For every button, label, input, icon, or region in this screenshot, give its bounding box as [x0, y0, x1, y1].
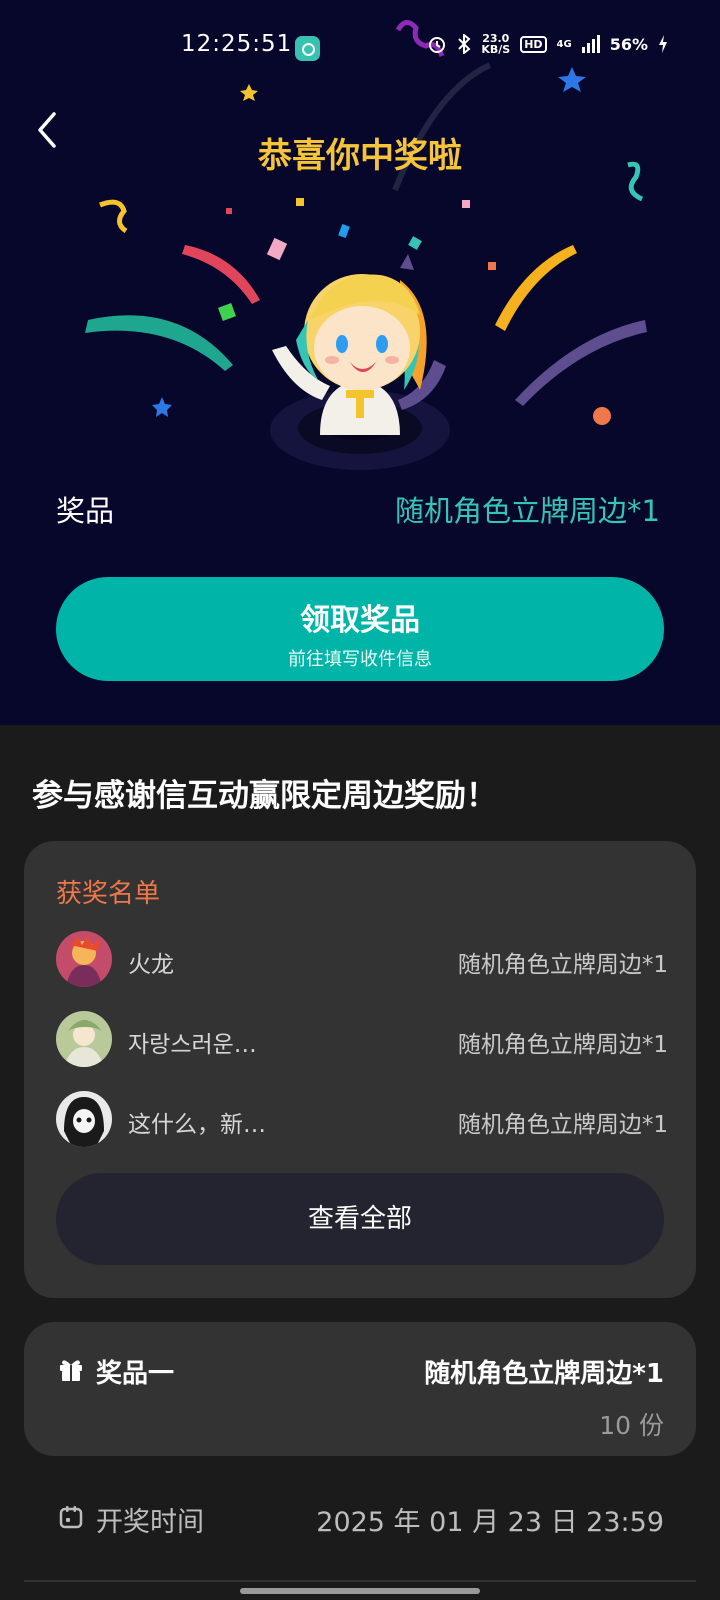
- net-speed: 23.0 KB/S: [481, 33, 510, 55]
- gift-icon: [60, 1360, 82, 1381]
- draw-time-label: 开奖时间: [96, 1507, 204, 1538]
- signal-icon: [581, 35, 600, 53]
- app-notification-icon: [295, 36, 320, 61]
- avatar: [56, 931, 112, 987]
- winner-prize: 随机角色立牌周边*1: [457, 1112, 668, 1138]
- divider: [24, 1580, 696, 1582]
- claim-button-title: 领取奖品: [300, 603, 420, 638]
- winner-row[interactable]: 火龙 随机角色立牌周边*1: [56, 929, 668, 989]
- charging-icon: [659, 35, 667, 53]
- prize-item-value: 随机角色立牌周边*1: [424, 1359, 664, 1389]
- avatar: [56, 1011, 112, 1067]
- prize-info-card: 奖品一 随机角色立牌周边*1 10 份: [24, 1322, 696, 1456]
- prize-quantity: 10 份: [599, 1411, 664, 1440]
- winner-prize: 随机角色立牌周边*1: [457, 952, 668, 978]
- network-type: 4G: [556, 38, 572, 50]
- prize-value: 随机角色立牌周边*1: [395, 494, 660, 528]
- alarm-icon: [429, 37, 446, 53]
- hero-banner: 12:25:51 23.0 KB/S HD 4G 56% 恭喜你中奖啦 奖品 随机…: [0, 0, 720, 725]
- bluetooth-icon: [458, 34, 471, 54]
- battery-percent: 56%: [609, 34, 648, 54]
- prize-label: 奖品: [56, 494, 115, 528]
- prize-item-label: 奖品一: [96, 1359, 175, 1389]
- winners-card: 获奖名单 火龙 随机角色立牌周边*1 자랑스러운… 随机角色立牌周边*1 这什么…: [24, 841, 696, 1298]
- winner-prize: 随机角色立牌周边*1: [457, 1032, 668, 1058]
- winner-row[interactable]: 这什么，新… 随机角色立牌周边*1: [56, 1089, 668, 1149]
- winners-heading: 获奖名单: [56, 879, 161, 909]
- winner-row[interactable]: 자랑스러운… 随机角色立牌周边*1: [56, 1009, 668, 1069]
- status-icons: 23.0 KB/S HD 4G 56%: [427, 33, 668, 55]
- claim-button-subtitle: 前往填写收件信息: [288, 649, 432, 670]
- status-time: 12:25:51: [181, 31, 293, 57]
- calendar-icon: [59, 1506, 83, 1529]
- section-title: 参与感谢信互动赢限定周边奖励！: [32, 778, 497, 814]
- winner-name: 자랑스러운…: [128, 1032, 257, 1058]
- view-all-button[interactable]: 查看全部: [56, 1173, 664, 1265]
- mascot-illustration: [270, 254, 450, 470]
- net-speed-unit: KB/S: [481, 43, 511, 56]
- avatar: [56, 1091, 112, 1147]
- winner-name: 这什么，新…: [128, 1112, 266, 1138]
- home-indicator[interactable]: [240, 1588, 480, 1594]
- hd-badge: HD: [520, 35, 547, 53]
- claim-prize-button[interactable]: 领取奖品 前往填写收件信息: [56, 577, 664, 681]
- winner-name: 火龙: [128, 952, 174, 978]
- page-title: 恭喜你中奖啦: [258, 136, 462, 176]
- draw-time-value: 2025 年 01 月 23 日 23:59: [316, 1507, 664, 1538]
